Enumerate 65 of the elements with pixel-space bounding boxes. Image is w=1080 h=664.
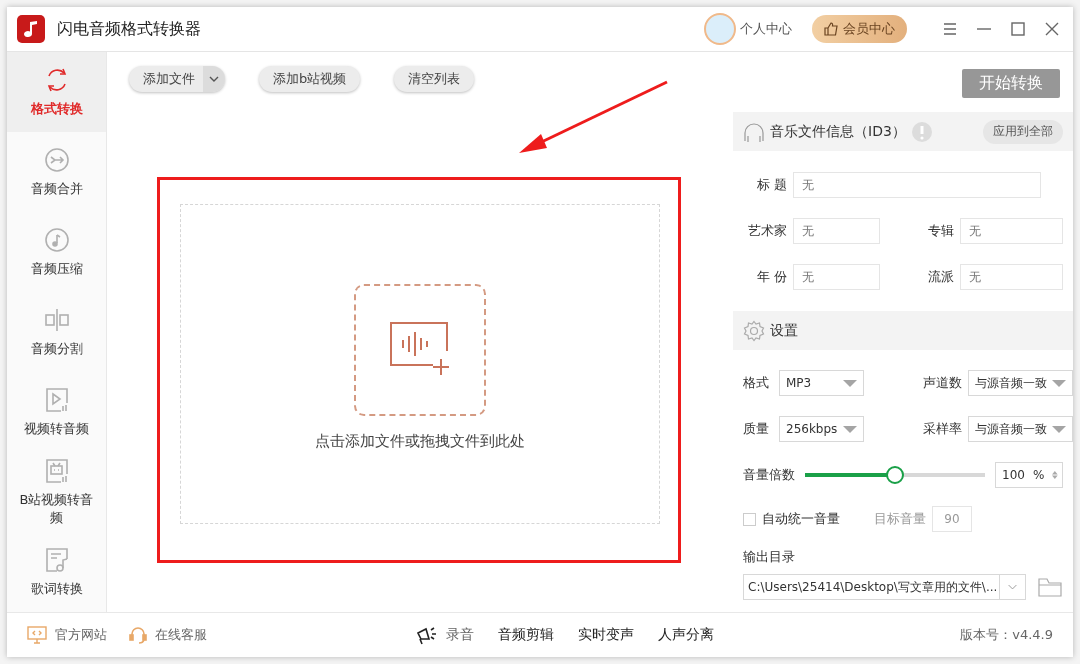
dropdown[interactable]: 与源音频一致 <box>968 416 1073 442</box>
music-note-icon <box>17 15 45 43</box>
setting-label: 格式 <box>743 374 770 392</box>
dropdown[interactable]: 与源音频一致 <box>968 370 1073 396</box>
field-label: 专辑 <box>927 222 955 240</box>
megaphone-icon <box>416 625 438 645</box>
add-file-button[interactable]: 添加文件 <box>129 66 225 92</box>
compress-icon <box>42 226 71 254</box>
monitor-icon <box>27 626 47 644</box>
field-label: 艺术家 <box>747 222 788 240</box>
checkbox[interactable] <box>743 512 756 526</box>
output-path-field[interactable]: C:\Users\25414\Desktop\写文章用的文件\... <box>743 574 1026 600</box>
field-label: 年 份 <box>755 268 788 286</box>
volume-field[interactable]: 100 % <box>995 462 1063 488</box>
sidebar-item[interactable]: 音频压缩 <box>7 212 106 292</box>
apply-all-button[interactable]: 应用到全部 <box>983 119 1063 144</box>
version-label: 版本号：v4.4.9 <box>960 626 1053 644</box>
text-field[interactable]: 无 <box>793 264 880 290</box>
vip-center-button[interactable]: 会员中心 <box>812 15 907 43</box>
sidebar-item[interactable]: 视频转音频 <box>7 372 106 452</box>
dropdown[interactable]: 256kbps <box>779 416 864 442</box>
thumbs-up-icon <box>824 22 838 36</box>
field-label: 流派 <box>927 268 955 286</box>
text-field[interactable]: 无 <box>960 218 1063 244</box>
setting-label: 声道数 <box>922 374 963 392</box>
id3-header: 音乐文件信息（ID3） 应用到全部 <box>733 112 1073 151</box>
drop-zone[interactable]: 点击添加文件或拖拽文件到此处 <box>180 204 660 524</box>
sidebar-item[interactable]: 音频分割 <box>7 292 106 372</box>
headphones-icon <box>743 120 765 143</box>
folder-icon[interactable] <box>1038 577 1062 597</box>
slider-handle[interactable] <box>886 466 904 484</box>
sidebar-item[interactable]: 音频合并 <box>7 132 106 212</box>
sidebar-item[interactable]: B站视频转音频 <box>7 452 106 532</box>
dropdown[interactable]: MP3 <box>779 370 864 396</box>
text-field[interactable]: 无 <box>793 172 1041 198</box>
footer-link[interactable]: 在线客服 <box>155 626 207 644</box>
tool-link[interactable]: 录音 <box>446 626 474 644</box>
sidebar-item[interactable]: 格式转换 <box>7 52 106 132</box>
output-label: 输出目录 <box>743 549 795 564</box>
tool-link[interactable]: 人声分离 <box>658 626 714 644</box>
split-icon <box>42 306 71 334</box>
footer-link[interactable]: 官方网站 <box>55 626 107 644</box>
settings-icon <box>743 319 765 342</box>
toolbar-button[interactable]: 添加b站视频 <box>259 66 361 92</box>
window-title: 闪电音频格式转换器 <box>57 18 201 40</box>
drop-hint: 点击添加文件或拖拽文件到此处 <box>315 431 525 451</box>
target-volume-label: 目标音量 <box>874 510 926 528</box>
toolbar-button[interactable]: 清空列表 <box>394 66 475 92</box>
setting-label: 质量 <box>743 420 770 438</box>
text-field[interactable]: 无 <box>793 218 880 244</box>
auto-volume-label: 自动统一音量 <box>762 510 840 528</box>
avatar-icon[interactable] <box>704 13 736 45</box>
setting-label: 采样率 <box>922 420 963 438</box>
user-center-link[interactable]: 个人中心 <box>740 20 792 38</box>
volume-label: 音量倍数 <box>743 466 795 484</box>
tool-link[interactable]: 音频剪辑 <box>498 626 554 644</box>
text-field[interactable]: 无 <box>960 264 1063 290</box>
sidebar-item[interactable]: 歌词转换 <box>7 532 106 612</box>
merge-icon <box>42 146 71 174</box>
info-icon <box>910 120 933 143</box>
settings-header: 设置 <box>733 311 1073 350</box>
field-label: 标 题 <box>755 176 788 194</box>
tool-link[interactable]: 实时变声 <box>578 626 634 644</box>
headset-icon <box>129 626 147 644</box>
caret-icon[interactable] <box>203 66 225 92</box>
